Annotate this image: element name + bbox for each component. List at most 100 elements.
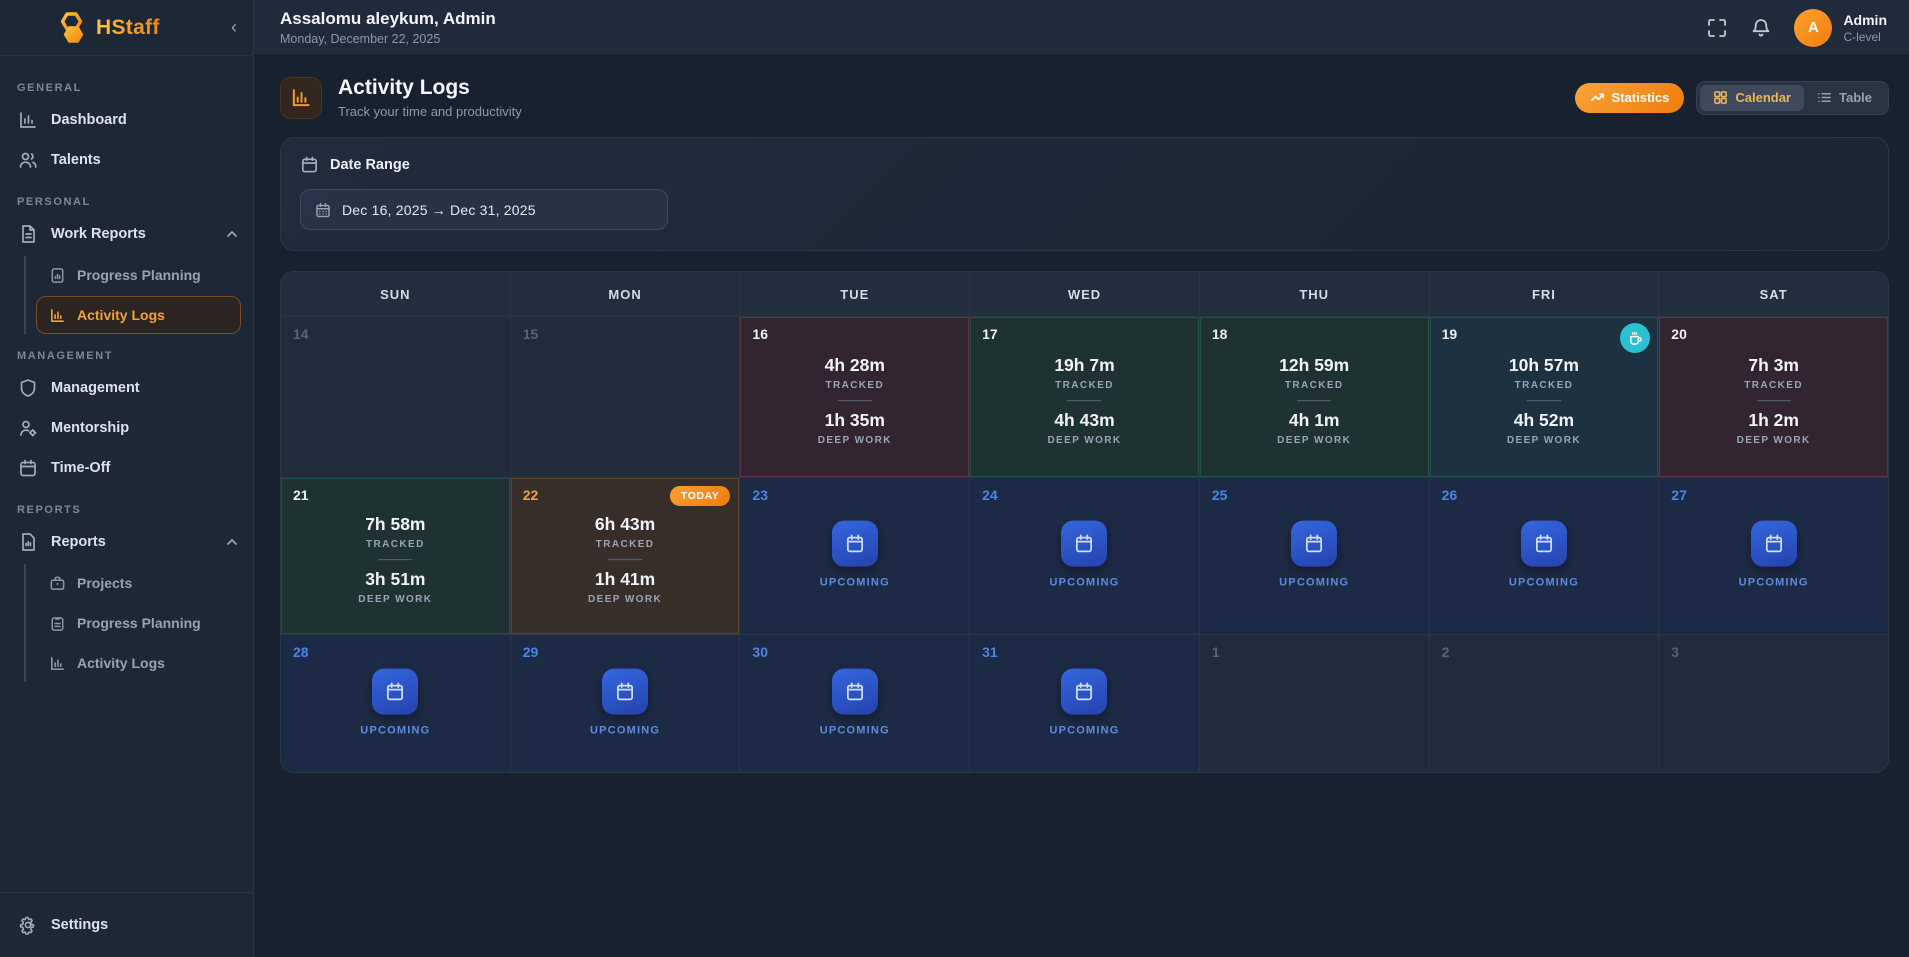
bar-chart-icon: [49, 655, 66, 672]
clipboard-icon: [49, 615, 66, 632]
fullscreen-icon[interactable]: [1706, 17, 1728, 39]
sidebar-item-label: Time-Off: [51, 460, 110, 476]
section-label-general: GENERAL: [17, 82, 253, 94]
weekday-header: TUE: [740, 272, 969, 316]
calendar-day-cell[interactable]: 20 7h 3m TRACKED 1h 2m DEEP WORK: [1659, 317, 1888, 477]
calendar-day-cell[interactable]: 16 4h 28m TRACKED 1h 35m DEEP WORK: [740, 317, 969, 477]
view-tab-calendar[interactable]: Calendar: [1700, 85, 1804, 111]
sidebar-item-projects[interactable]: Projects: [36, 564, 241, 602]
statistics-button[interactable]: Statistics: [1575, 83, 1685, 113]
calendar-day-cell[interactable]: 1: [1200, 635, 1429, 772]
page-title: Activity Logs: [338, 76, 522, 100]
chevron-up-icon[interactable]: [225, 227, 239, 241]
main-content: Activity Logs Track your time and produc…: [254, 56, 1909, 957]
sidebar-item-mentorship[interactable]: Mentorship: [0, 408, 253, 448]
sidebar-item-management[interactable]: Management: [0, 368, 253, 408]
deep-work-label: DEEP WORK: [511, 594, 740, 605]
sidebar-item-time-off[interactable]: Time-Off: [0, 448, 253, 488]
calendar-day-cell[interactable]: 19 10h 57m TRACKED 4h 52m DEEP WORK: [1430, 317, 1659, 477]
upcoming-calendar-icon[interactable]: [1061, 668, 1107, 714]
tracked-label: TRACKED: [1659, 380, 1888, 391]
sidebar-item-label: Talents: [51, 152, 101, 168]
notifications-bell-icon[interactable]: [1750, 17, 1772, 39]
tracked-label: TRACKED: [970, 380, 1199, 391]
calendar-day-cell[interactable]: 24 UPCOMING: [970, 478, 1199, 634]
sidebar-collapse-icon[interactable]: ‹: [231, 17, 237, 38]
section-label-personal: PERSONAL: [17, 196, 253, 208]
sidebar-item-work-reports[interactable]: Work Reports: [0, 214, 253, 254]
calendar-day-cell[interactable]: 3: [1659, 635, 1888, 772]
doc-chart-icon: [49, 267, 66, 284]
work-reports-children: Progress Planning Activity Logs: [24, 256, 253, 334]
weekday-header: THU: [1200, 272, 1429, 316]
calendar-day-cell[interactable]: 25 UPCOMING: [1200, 478, 1429, 634]
calendar-day-cell[interactable]: 30 UPCOMING: [740, 635, 969, 772]
deep-work-time: 1h 35m: [740, 410, 969, 431]
upcoming-calendar-icon[interactable]: [1291, 521, 1337, 567]
sidebar-item-talents[interactable]: Talents: [0, 140, 253, 180]
grid-icon: [1713, 90, 1728, 105]
upcoming-label: UPCOMING: [970, 724, 1199, 736]
calendar-day-cell[interactable]: 14: [281, 317, 510, 477]
calendar-day-cell[interactable]: 28 UPCOMING: [281, 635, 510, 772]
sidebar-item-reports[interactable]: Reports: [0, 522, 253, 562]
upcoming-calendar-icon[interactable]: [832, 668, 878, 714]
sidebar-item-settings[interactable]: Settings: [0, 905, 253, 945]
weekday-header: MON: [511, 272, 740, 316]
divider: [1757, 400, 1791, 401]
tracked-label: TRACKED: [740, 380, 969, 391]
sidebar-item-activity-logs[interactable]: Activity Logs: [36, 296, 241, 334]
briefcase-icon: [49, 575, 66, 592]
calendar-day-cell[interactable]: 21 7h 58m TRACKED 3h 51m DEEP WORK: [281, 478, 510, 634]
calendar-day-cell[interactable]: 17 19h 7m TRACKED 4h 43m DEEP WORK: [970, 317, 1199, 477]
calendar-icon: [300, 155, 319, 174]
coffee-break-badge[interactable]: [1620, 323, 1650, 353]
user-menu[interactable]: A Admin C-level: [1794, 9, 1887, 47]
sidebar-item-activity-logs-2[interactable]: Activity Logs: [36, 644, 241, 682]
avatar[interactable]: A: [1794, 9, 1832, 47]
current-date: Monday, December 22, 2025: [280, 32, 496, 46]
calendar-day-cell[interactable]: 18 12h 59m TRACKED 4h 1m DEEP WORK: [1200, 317, 1429, 477]
chevron-up-icon[interactable]: [225, 535, 239, 549]
upcoming-calendar-icon[interactable]: [1751, 521, 1797, 567]
upcoming-calendar-icon[interactable]: [372, 668, 418, 714]
sidebar-item-dashboard[interactable]: Dashboard: [0, 100, 253, 140]
document-icon: [18, 224, 38, 244]
sidebar-item-label: Management: [51, 380, 140, 396]
upcoming-label: UPCOMING: [1659, 577, 1888, 589]
list-icon: [1817, 90, 1832, 105]
calendar-day-cell[interactable]: 23 UPCOMING: [740, 478, 969, 634]
upcoming-calendar-icon[interactable]: [832, 521, 878, 567]
topbar: Assalomu aleykum, Admin Monday, December…: [254, 0, 1909, 56]
date-range-card: Date Range Dec 16, 2025 → Dec 31, 2025: [280, 137, 1889, 251]
sidebar: HStaff ‹ GENERAL Dashboard Talents PERSO…: [0, 0, 254, 957]
weekday-header: SAT: [1659, 272, 1888, 316]
calendar-day-cell[interactable]: 27 UPCOMING: [1659, 478, 1888, 634]
calendar-day-cell[interactable]: 29 UPCOMING: [511, 635, 740, 772]
date-range-value: Dec 16, 2025 → Dec 31, 2025: [342, 202, 536, 218]
upcoming-calendar-icon[interactable]: [602, 668, 648, 714]
calendar-day-cell-today[interactable]: 22 TODAY 6h 43m TRACKED 1h 41m DEEP WORK: [511, 478, 740, 634]
tracked-time: 7h 58m: [281, 514, 510, 535]
view-tab-table[interactable]: Table: [1804, 85, 1885, 111]
deep-work-label: DEEP WORK: [740, 435, 969, 446]
sidebar-item-progress-planning[interactable]: Progress Planning: [36, 256, 241, 294]
section-label-reports: REPORTS: [17, 504, 253, 516]
weekday-header: SUN: [281, 272, 510, 316]
upcoming-calendar-icon[interactable]: [1061, 521, 1107, 567]
calendar-day-cell[interactable]: 2: [1430, 635, 1659, 772]
tracked-time: 12h 59m: [1200, 355, 1429, 376]
sidebar-item-label: Progress Planning: [77, 615, 201, 631]
upcoming-label: UPCOMING: [281, 724, 510, 736]
sidebar-item-label: Activity Logs: [77, 307, 165, 323]
calendar-day-cell[interactable]: 15: [511, 317, 740, 477]
calendar-day-cell[interactable]: 26 UPCOMING: [1430, 478, 1659, 634]
upcoming-calendar-icon[interactable]: [1521, 521, 1567, 567]
sidebar-item-label: Progress Planning: [77, 267, 201, 283]
deep-work-time: 4h 43m: [970, 410, 1199, 431]
sidebar-item-progress-planning-2[interactable]: Progress Planning: [36, 604, 241, 642]
sidebar-nav: GENERAL Dashboard Talents PERSONAL Work …: [0, 56, 253, 892]
date-range-input[interactable]: Dec 16, 2025 → Dec 31, 2025: [300, 189, 668, 230]
deep-work-label: DEEP WORK: [281, 594, 510, 605]
calendar-day-cell[interactable]: 31 UPCOMING: [970, 635, 1199, 772]
